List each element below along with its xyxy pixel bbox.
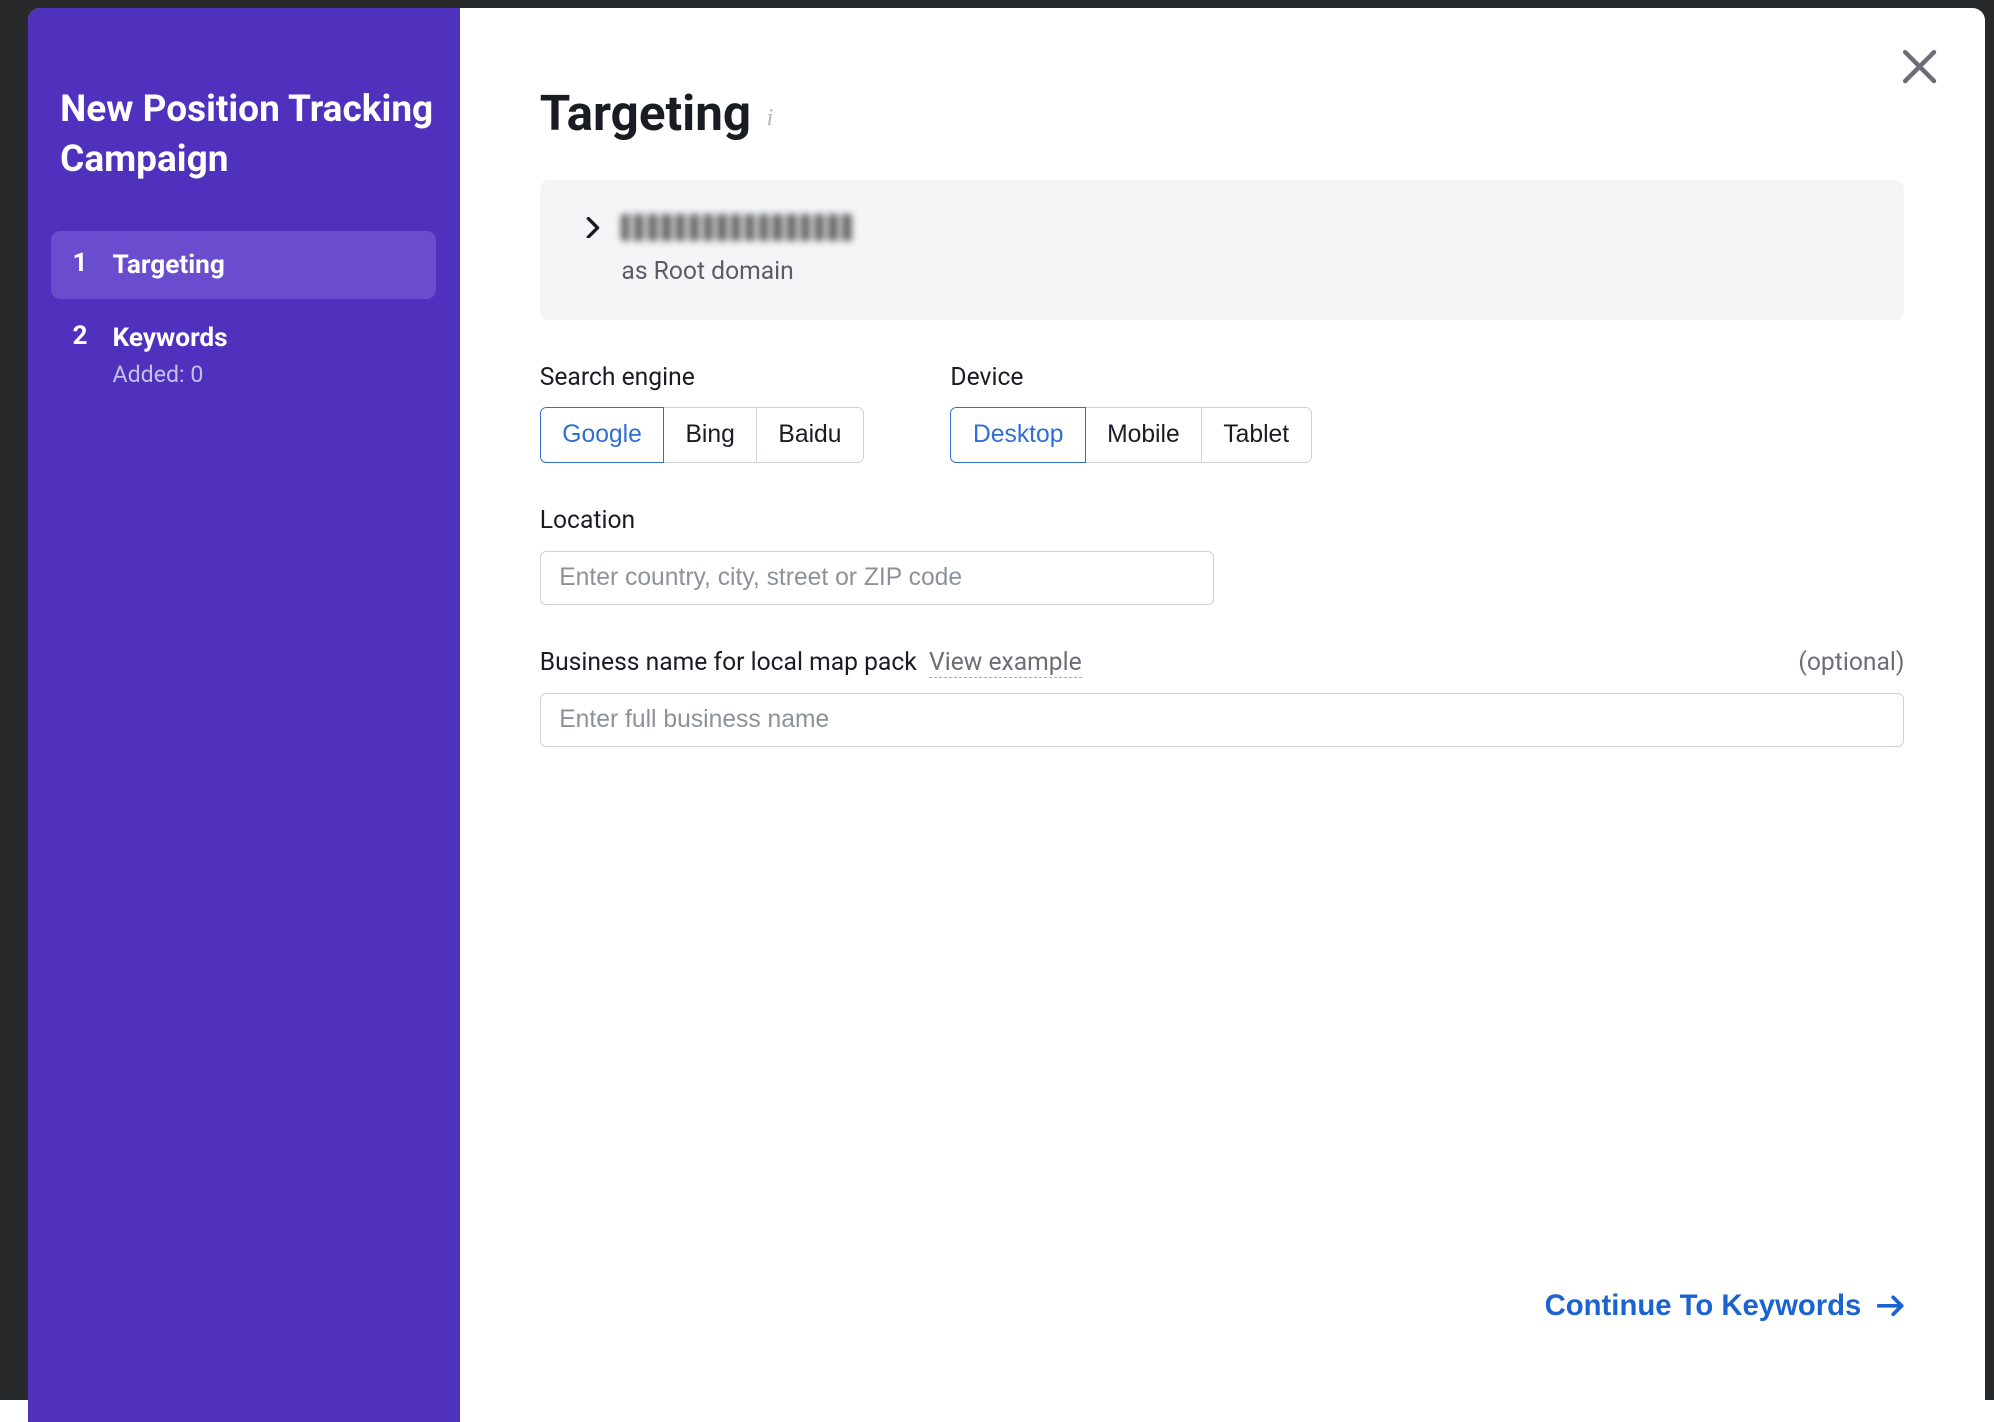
wizard-sidebar: New Position Tracking Campaign 1 Targeti…: [28, 8, 460, 1422]
arrow-right-icon: [1877, 1295, 1905, 1317]
domain-scope-label: as Root domain: [621, 257, 1858, 286]
search-engine-segmented: Google Bing Baidu: [540, 407, 864, 463]
search-engine-option-google[interactable]: Google: [540, 407, 665, 463]
device-option-desktop[interactable]: Desktop: [950, 407, 1086, 463]
continue-button[interactable]: Continue To Keywords: [1545, 1289, 1905, 1323]
step-number: 2: [72, 321, 112, 351]
wizard-step-keywords[interactable]: 2 Keywords Added: 0: [51, 304, 437, 405]
search-engine-group: Search engine Google Bing Baidu: [540, 363, 864, 463]
info-icon[interactable]: i: [766, 104, 773, 132]
modal-footer: Continue To Keywords: [540, 1289, 1905, 1375]
view-example-link[interactable]: View example: [929, 648, 1082, 678]
business-name-label: Business name for local map pack: [540, 648, 917, 677]
domain-name-redacted: [621, 214, 852, 242]
optional-label: (optional): [1798, 648, 1904, 677]
device-option-tablet[interactable]: Tablet: [1201, 407, 1312, 463]
business-name-field: Business name for local map pack View ex…: [540, 648, 1905, 747]
modal-main: Targeting i as Root domain Search engine…: [460, 8, 1985, 1422]
close-button[interactable]: [1898, 45, 1941, 88]
search-engine-option-bing[interactable]: Bing: [663, 407, 758, 463]
continue-button-label: Continue To Keywords: [1545, 1289, 1862, 1323]
domain-expand-row[interactable]: [586, 214, 1858, 242]
wizard-step-targeting[interactable]: 1 Targeting: [51, 231, 437, 299]
device-group: Device Desktop Mobile Tablet: [950, 363, 1311, 463]
device-label: Device: [950, 363, 1311, 392]
business-name-input[interactable]: [540, 693, 1905, 748]
domain-summary-card: as Root domain: [540, 180, 1905, 320]
chevron-right-icon: [586, 217, 600, 239]
location-input[interactable]: [540, 551, 1214, 606]
location-field: Location: [540, 506, 1905, 605]
page-title: Targeting: [540, 85, 751, 143]
sidebar-title: New Position Tracking Campaign: [60, 85, 436, 185]
search-engine-option-baidu[interactable]: Baidu: [756, 407, 864, 463]
close-icon: [1898, 45, 1941, 88]
device-option-mobile[interactable]: Mobile: [1084, 407, 1202, 463]
step-label: Keywords: [113, 321, 415, 355]
location-label: Location: [540, 506, 635, 535]
device-segmented: Desktop Mobile Tablet: [950, 407, 1311, 463]
search-engine-label: Search engine: [540, 363, 864, 392]
modal-dialog: New Position Tracking Campaign 1 Targeti…: [28, 8, 1985, 1422]
step-label: Targeting: [113, 248, 415, 282]
step-number: 1: [72, 248, 112, 278]
step-sublabel: Added: 0: [113, 361, 415, 388]
